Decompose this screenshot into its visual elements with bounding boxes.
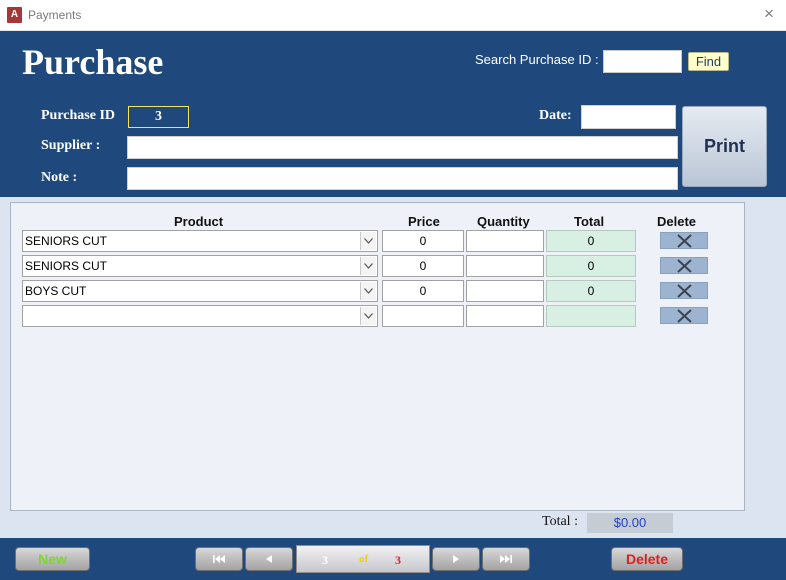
price-field[interactable]: 0 — [382, 255, 464, 277]
grand-total-label: Total : — [542, 514, 578, 529]
next-record-icon — [453, 555, 459, 563]
quantity-field[interactable] — [466, 230, 544, 252]
product-combo[interactable]: BOYS CUT — [22, 280, 378, 302]
dropdown-arrow-icon[interactable] — [360, 232, 376, 250]
close-icon[interactable]: × — [764, 4, 778, 24]
form-footer: New 3 of 3 Delete — [0, 538, 786, 580]
note-label: Note : — [41, 170, 78, 185]
purchase-details-subform: Product Price Quantity Total Delete SENI… — [10, 202, 745, 511]
column-header-total: Total — [574, 214, 605, 229]
new-button[interactable]: New — [15, 547, 90, 571]
quantity-field[interactable] — [466, 280, 544, 302]
last-record-icon — [500, 555, 512, 563]
title-bar: A Payments × — [0, 0, 786, 31]
total-field — [546, 305, 636, 327]
delete-row-button[interactable] — [660, 282, 708, 299]
total-field: 0 — [546, 255, 636, 277]
access-app-icon: A — [7, 7, 22, 23]
dropdown-arrow-icon[interactable] — [360, 307, 376, 325]
product-combo[interactable]: SENIORS CUT — [22, 230, 378, 252]
delete-row-button[interactable] — [660, 257, 708, 274]
print-button[interactable]: Print — [682, 106, 767, 187]
quantity-field[interactable] — [466, 305, 544, 327]
record-of-label: of — [359, 553, 369, 565]
column-header-price: Price — [408, 214, 440, 229]
product-value: SENIORS CUT — [25, 234, 108, 248]
price-field[interactable]: 0 — [382, 280, 464, 302]
date-field[interactable] — [581, 105, 676, 129]
last-record-button[interactable] — [482, 547, 530, 571]
product-value: BOYS CUT — [25, 284, 87, 298]
total-field: 0 — [546, 230, 636, 252]
first-record-button[interactable] — [195, 547, 243, 571]
delete-x-icon — [677, 234, 692, 248]
record-navigator: 3 of 3 — [296, 545, 430, 573]
total-field: 0 — [546, 280, 636, 302]
search-purchase-label: Search Purchase ID : — [475, 52, 599, 67]
window-title: Payments — [28, 8, 82, 22]
column-header-quantity: Quantity — [477, 214, 530, 229]
search-purchase-input[interactable] — [603, 50, 682, 73]
purchase-id-field[interactable]: 3 — [128, 106, 189, 128]
date-label: Date: — [539, 108, 572, 123]
previous-record-button[interactable] — [245, 547, 293, 571]
supplier-field[interactable] — [127, 136, 678, 159]
supplier-label: Supplier : — [41, 138, 101, 153]
purchase-id-label: Purchase ID — [41, 108, 116, 123]
previous-record-icon — [266, 555, 272, 563]
page-title: Purchase — [22, 42, 164, 82]
delete-x-icon — [677, 284, 692, 298]
product-value: SENIORS CUT — [25, 259, 108, 273]
form-header: Purchase Search Purchase ID : Find Purch… — [0, 31, 786, 197]
delete-row-button[interactable] — [660, 307, 708, 324]
dropdown-arrow-icon[interactable] — [360, 282, 376, 300]
dropdown-arrow-icon[interactable] — [360, 257, 376, 275]
find-button[interactable]: Find — [688, 52, 729, 71]
delete-row-button[interactable] — [660, 232, 708, 249]
note-field[interactable] — [127, 167, 678, 190]
product-combo[interactable] — [22, 305, 378, 327]
total-records-number: 3 — [395, 553, 401, 567]
delete-x-icon — [677, 259, 692, 273]
column-header-delete: Delete — [657, 214, 697, 229]
current-record-number[interactable]: 3 — [322, 553, 328, 568]
price-field[interactable]: 0 — [382, 230, 464, 252]
price-field[interactable] — [382, 305, 464, 327]
first-record-icon — [213, 555, 225, 563]
delete-x-icon — [677, 309, 692, 323]
grand-total-value: $0.00 — [587, 513, 673, 533]
form-body: Product Price Quantity Total Delete SENI… — [0, 197, 786, 538]
delete-record-button[interactable]: Delete — [611, 547, 683, 571]
product-combo[interactable]: SENIORS CUT — [22, 255, 378, 277]
column-header-product: Product — [174, 214, 224, 229]
quantity-field[interactable] — [466, 255, 544, 277]
next-record-button[interactable] — [432, 547, 480, 571]
